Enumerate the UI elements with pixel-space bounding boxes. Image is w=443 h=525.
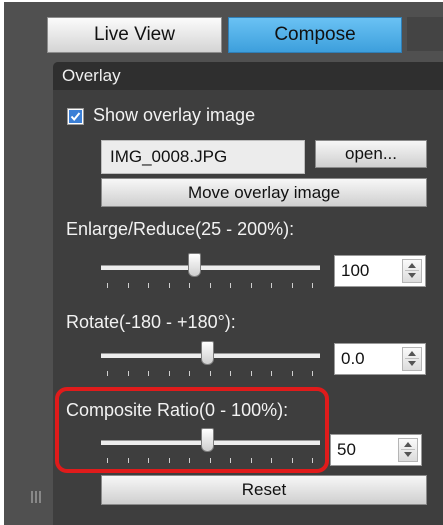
composite-ratio-highlight bbox=[55, 387, 329, 473]
enlarge-reduce-slider[interactable] bbox=[101, 253, 320, 293]
rotate-spinner[interactable] bbox=[402, 347, 422, 371]
slider-tick bbox=[209, 283, 211, 288]
composite-ratio-value: 50 bbox=[337, 440, 356, 459]
spin-down-icon[interactable] bbox=[408, 273, 416, 278]
spin-up-icon[interactable] bbox=[408, 351, 416, 356]
slider-tick bbox=[250, 283, 252, 288]
slider-ticks bbox=[101, 283, 320, 289]
slider-tick bbox=[291, 371, 293, 376]
slider-tick bbox=[312, 283, 313, 288]
slider-tick bbox=[148, 283, 149, 288]
show-overlay-checkbox[interactable] bbox=[67, 108, 84, 125]
slider-tick bbox=[148, 371, 149, 376]
slider-track bbox=[101, 265, 320, 270]
enlarge-reduce-label: Enlarge/Reduce(25 - 200%): bbox=[66, 219, 295, 239]
slider-thumb[interactable] bbox=[201, 341, 214, 365]
open-button-label: open... bbox=[345, 144, 397, 163]
slider-tick bbox=[107, 283, 108, 288]
spin-down-icon[interactable] bbox=[408, 361, 416, 366]
open-button[interactable]: open... bbox=[315, 140, 427, 168]
tab-live-view[interactable]: Live View bbox=[47, 17, 222, 53]
tab-compose-label: Compose bbox=[274, 24, 356, 45]
slider-tick bbox=[127, 371, 129, 376]
slider-tick bbox=[291, 283, 293, 288]
slider-tick bbox=[107, 371, 108, 376]
slider-thumb[interactable] bbox=[188, 253, 201, 277]
move-overlay-button-label: Move overlay image bbox=[187, 182, 341, 202]
slider-tick bbox=[271, 371, 272, 376]
slider-tick bbox=[209, 371, 211, 376]
rotate-value: 0.0 bbox=[341, 349, 365, 368]
enlarge-reduce-spinner[interactable] bbox=[402, 259, 422, 283]
slider-tick bbox=[168, 371, 170, 376]
rotate-slider[interactable] bbox=[101, 341, 320, 381]
slider-tick bbox=[189, 283, 190, 288]
move-overlay-button[interactable]: Move overlay image bbox=[101, 178, 427, 207]
composite-ratio-input[interactable]: 50 bbox=[330, 434, 422, 466]
spin-up-icon[interactable] bbox=[404, 442, 412, 447]
panel-title: Overlay bbox=[53, 62, 443, 90]
tab-bar-filler bbox=[407, 17, 443, 51]
tab-bar: Live View Compose bbox=[35, 12, 443, 53]
rotate-label: Rotate(-180 - +180°): bbox=[66, 312, 236, 332]
reset-button-label: Reset bbox=[241, 480, 287, 499]
overlay-file-field[interactable]: IMG_0008.JPG bbox=[101, 140, 305, 174]
tab-live-view-label: Live View bbox=[94, 24, 175, 45]
slider-tick bbox=[230, 283, 231, 288]
slider-tick bbox=[189, 371, 190, 376]
slider-tick bbox=[250, 371, 252, 376]
reset-button[interactable]: Reset bbox=[101, 475, 427, 505]
checkmark-icon bbox=[69, 110, 82, 123]
resize-grip-icon[interactable] bbox=[31, 491, 41, 503]
spin-up-icon[interactable] bbox=[408, 263, 416, 268]
slider-tick bbox=[168, 283, 170, 288]
slider-tick bbox=[312, 371, 313, 376]
tab-compose[interactable]: Compose bbox=[228, 17, 402, 53]
slider-tick bbox=[127, 283, 129, 288]
composite-ratio-spinner[interactable] bbox=[398, 438, 418, 462]
show-overlay-label: Show overlay image bbox=[93, 105, 256, 125]
spin-down-icon[interactable] bbox=[404, 452, 412, 457]
rotate-input[interactable]: 0.0 bbox=[334, 343, 426, 375]
slider-tick bbox=[271, 283, 272, 288]
enlarge-reduce-value: 100 bbox=[341, 261, 370, 280]
slider-tick bbox=[230, 371, 231, 376]
slider-ticks bbox=[101, 371, 320, 377]
enlarge-reduce-input[interactable]: 100 bbox=[334, 255, 426, 287]
